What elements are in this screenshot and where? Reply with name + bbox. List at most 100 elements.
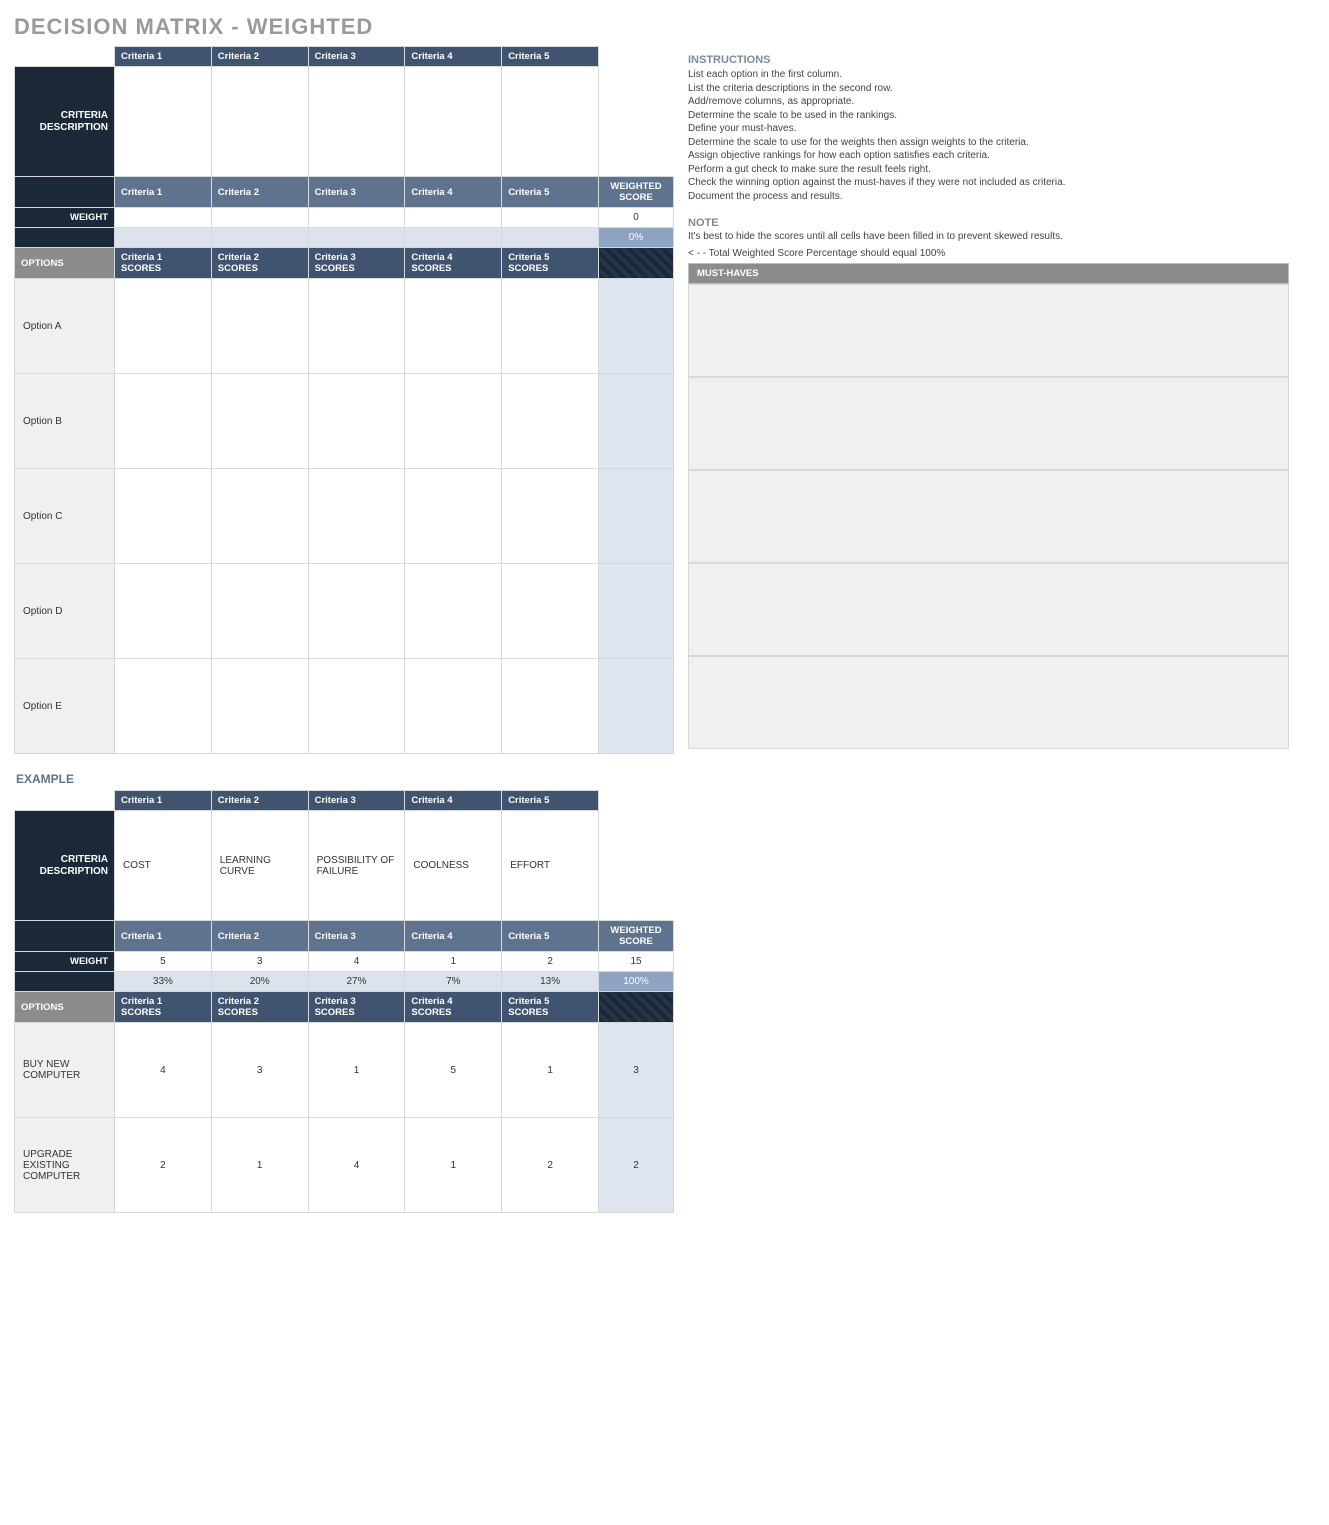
score-cell[interactable] xyxy=(502,469,599,564)
score-cell[interactable] xyxy=(405,564,502,659)
criteria-description-cell[interactable] xyxy=(502,67,599,177)
criteria-description-cell[interactable]: EFFORT xyxy=(502,811,599,921)
weight-cell[interactable] xyxy=(308,208,405,228)
criteria-header: Criteria 2 xyxy=(211,791,308,811)
score-cell[interactable]: 2 xyxy=(115,1118,212,1213)
must-have-slot[interactable] xyxy=(688,377,1289,470)
criteria-header: Criteria 2 xyxy=(211,177,308,208)
criteria-header: Criteria 5 xyxy=(502,177,599,208)
must-have-slot[interactable] xyxy=(688,284,1289,377)
criteria-description-cell[interactable] xyxy=(115,67,212,177)
criteria-header: Criteria 3 xyxy=(308,921,405,952)
criteria-header: Criteria 1 xyxy=(115,791,212,811)
page-title: DECISION MATRIX - WEIGHTED xyxy=(14,14,1289,40)
score-cell[interactable]: 1 xyxy=(211,1118,308,1213)
score-cell[interactable]: 2 xyxy=(502,1118,599,1213)
option-name-cell[interactable]: Option B xyxy=(15,374,115,469)
criteria-description-cell[interactable] xyxy=(211,67,308,177)
score-cell[interactable] xyxy=(211,564,308,659)
criteria-description-cell[interactable] xyxy=(308,67,405,177)
score-cell[interactable]: 1 xyxy=(502,1023,599,1118)
option-name-cell[interactable]: Option D xyxy=(15,564,115,659)
score-cell[interactable] xyxy=(115,469,212,564)
criteria-header: Criteria 4 xyxy=(405,47,502,67)
criteria-header: Criteria 2 xyxy=(211,47,308,67)
criteria-description-cell[interactable] xyxy=(405,67,502,177)
scores-header: Criteria 5 SCORES xyxy=(502,992,599,1023)
score-cell[interactable] xyxy=(502,659,599,754)
option-name-cell[interactable]: BUY NEW COMPUTER xyxy=(15,1023,115,1118)
score-cell[interactable] xyxy=(405,374,502,469)
weight-cell[interactable] xyxy=(211,208,308,228)
criteria-header: Criteria 3 xyxy=(308,177,405,208)
criteria-header: Criteria 4 xyxy=(405,921,502,952)
option-name-cell[interactable]: Option E xyxy=(15,659,115,754)
score-cell[interactable] xyxy=(115,374,212,469)
score-cell[interactable] xyxy=(211,659,308,754)
weight-cell[interactable]: 5 xyxy=(115,952,212,972)
criteria-header: Criteria 5 xyxy=(502,47,599,67)
must-have-slot[interactable] xyxy=(688,656,1289,749)
option-name-cell[interactable]: Option C xyxy=(15,469,115,564)
criteria-header: Criteria 5 xyxy=(502,921,599,952)
score-cell[interactable] xyxy=(405,279,502,374)
score-cell[interactable]: 1 xyxy=(308,1023,405,1118)
score-cell[interactable] xyxy=(211,374,308,469)
criteria-header: Criteria 1 xyxy=(115,177,212,208)
score-cell[interactable]: 4 xyxy=(308,1118,405,1213)
score-cell[interactable]: 4 xyxy=(115,1023,212,1118)
criteria-description-cell[interactable]: POSSIBILITY OF FAILURE xyxy=(308,811,405,921)
weight-cell[interactable] xyxy=(405,208,502,228)
score-cell[interactable] xyxy=(502,279,599,374)
instructions-heading: INSTRUCTIONS xyxy=(688,54,1289,66)
criteria-header: Criteria 4 xyxy=(405,791,502,811)
option-name-cell[interactable]: Option A xyxy=(15,279,115,374)
option-name-cell[interactable]: UPGRADE EXISTING COMPUTER xyxy=(15,1118,115,1213)
score-cell[interactable] xyxy=(405,659,502,754)
criteria-header: Criteria 5 xyxy=(502,791,599,811)
weight-cell[interactable]: 3 xyxy=(211,952,308,972)
weighted-score-header: WEIGHTED SCORE xyxy=(599,921,674,952)
weight-cell[interactable]: 2 xyxy=(502,952,599,972)
must-have-slot[interactable] xyxy=(688,563,1289,656)
weighted-score-cell xyxy=(599,564,674,659)
main-matrix-table: Criteria 1 Criteria 2 Criteria 3 Criteri… xyxy=(14,46,674,754)
weight-cell[interactable] xyxy=(115,208,212,228)
score-cell[interactable] xyxy=(502,374,599,469)
note-text: It's best to hide the scores until all c… xyxy=(688,231,1289,242)
criteria-description-cell[interactable]: COOLNESS xyxy=(405,811,502,921)
score-cell[interactable] xyxy=(308,374,405,469)
instruction-line: Assign objective rankings for how each o… xyxy=(688,149,1289,163)
score-cell[interactable] xyxy=(115,564,212,659)
score-cell[interactable] xyxy=(308,659,405,754)
criteria-header: Criteria 1 xyxy=(115,921,212,952)
instruction-line: Determine the scale to use for the weigh… xyxy=(688,136,1289,150)
score-cell[interactable]: 5 xyxy=(405,1023,502,1118)
options-header: OPTIONS xyxy=(15,992,115,1023)
must-have-slot[interactable] xyxy=(688,470,1289,563)
weight-pct-cell xyxy=(211,228,308,248)
weighted-score-cell xyxy=(599,374,674,469)
weight-cell[interactable] xyxy=(502,208,599,228)
instruction-line: Add/remove columns, as appropriate. xyxy=(688,95,1289,109)
score-cell[interactable] xyxy=(211,279,308,374)
instruction-line: Define your must-haves. xyxy=(688,122,1289,136)
weight-pct-cell: 27% xyxy=(308,972,405,992)
score-cell[interactable] xyxy=(502,564,599,659)
score-cell[interactable] xyxy=(308,564,405,659)
score-cell[interactable] xyxy=(405,469,502,564)
weight-label: WEIGHT xyxy=(15,952,115,972)
score-cell[interactable] xyxy=(115,659,212,754)
score-cell[interactable] xyxy=(211,469,308,564)
instruction-line: Perform a gut check to make sure the res… xyxy=(688,163,1289,177)
weight-cell[interactable]: 4 xyxy=(308,952,405,972)
weight-cell[interactable]: 1 xyxy=(405,952,502,972)
criteria-description-cell[interactable]: LEARNING CURVE xyxy=(211,811,308,921)
score-cell[interactable] xyxy=(308,469,405,564)
criteria-description-cell[interactable]: COST xyxy=(115,811,212,921)
score-cell[interactable] xyxy=(115,279,212,374)
weight-total-cell: 15 xyxy=(599,952,674,972)
score-cell[interactable]: 3 xyxy=(211,1023,308,1118)
score-cell[interactable]: 1 xyxy=(405,1118,502,1213)
score-cell[interactable] xyxy=(308,279,405,374)
